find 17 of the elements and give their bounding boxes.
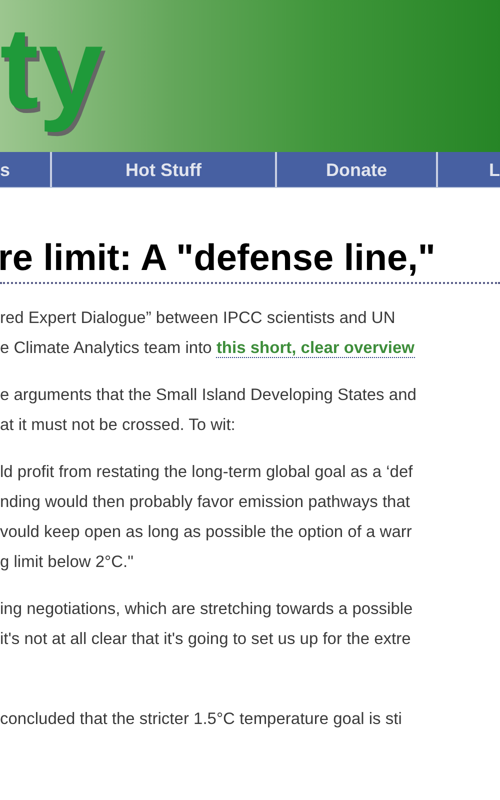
nav-link[interactable]: Donate: [326, 160, 387, 178]
nav-link[interactable]: Hot Stuff: [126, 160, 202, 178]
text-line: at it must not be crossed. To wit:: [0, 415, 236, 436]
quote-line: nding would then probably favor emission pathways that: [0, 492, 410, 513]
article-title: re limit: A "defense line,": [0, 236, 436, 280]
nav-link[interactable]: s: [0, 160, 10, 178]
text-line: ing negotiations, which are stretching towards a possible: [0, 599, 413, 620]
quote-line: g limit below 2°C.": [0, 552, 134, 573]
text-line: e Climate Analytics team into this short, clear overview: [0, 338, 415, 360]
text-line: e arguments that the Small Island Developing States and: [0, 385, 416, 406]
nav-link[interactable]: L: [489, 160, 500, 178]
text-line: it's not at all clear that it's going to set us up for the extre: [0, 629, 411, 650]
overview-link[interactable]: this short, clear overview: [216, 339, 415, 358]
text-line: red Expert Dialogue” between IPCC scientists and UN: [0, 308, 396, 329]
text-line: concluded that the stricter 1.5°C temperature goal is sti: [0, 709, 402, 730]
quote-line: vould keep open as long as possible the option of a warr: [0, 522, 412, 543]
quote-line: ld profit from restating the long-term global goal as a ‘def: [0, 462, 413, 483]
